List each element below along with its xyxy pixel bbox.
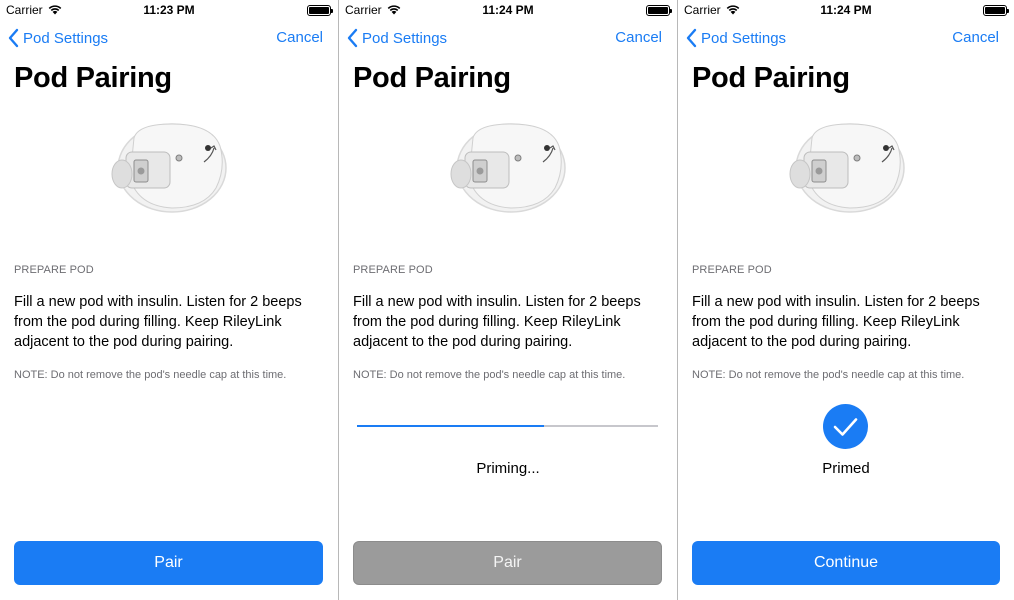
navigation-bar: Pod Settings Cancel — [0, 24, 338, 54]
cancel-button[interactable]: Cancel — [952, 29, 999, 46]
clock: 11:24 PM — [820, 3, 872, 17]
note-text: NOTE: Do not remove the pod's needle cap… — [353, 369, 626, 381]
back-button-label: Pod Settings — [23, 29, 109, 47]
page-title: Pod Pairing — [14, 62, 172, 94]
instructions-text: Fill a new pod with insulin. Listen for … — [353, 294, 641, 350]
navigation-bar: Pod Settings Cancel — [678, 24, 1014, 54]
chevron-left-icon — [8, 28, 19, 48]
battery-icon — [646, 5, 672, 16]
section-header: PREPARE POD — [353, 264, 433, 276]
back-button[interactable]: Pod Settings — [7, 28, 108, 48]
note-text: NOTE: Do not remove the pod's needle cap… — [692, 369, 965, 381]
screen-pod-pairing-initial: Carrier 11:23 PM Pod Settings Cancel Pod… — [0, 0, 338, 600]
pod-image — [111, 123, 227, 213]
chevron-left-icon — [347, 28, 358, 48]
battery-icon — [307, 5, 333, 16]
battery-icon — [983, 5, 1009, 16]
instructions-text: Fill a new pod with insulin. Listen for … — [692, 294, 980, 350]
screen-pod-pairing-priming: Carrier 11:24 PM Pod Settings Cancel Pod… — [339, 0, 677, 600]
cancel-button[interactable]: Cancel — [276, 29, 323, 46]
back-button-label: Pod Settings — [362, 29, 448, 47]
instructions-text: Fill a new pod with insulin. Listen for … — [14, 294, 302, 350]
screen-pod-pairing-primed: Carrier 11:24 PM Pod Settings Cancel Pod… — [678, 0, 1014, 600]
status-bar: Carrier 11:24 PM — [678, 0, 1014, 20]
page-title: Pod Pairing — [353, 62, 511, 94]
back-button-label: Pod Settings — [701, 29, 787, 47]
pod-image — [450, 123, 566, 213]
pod-image — [789, 123, 905, 213]
back-button[interactable]: Pod Settings — [685, 28, 786, 48]
status-bar: Carrier 11:23 PM — [0, 0, 338, 20]
navigation-bar: Pod Settings Cancel — [339, 24, 677, 54]
section-header: PREPARE POD — [692, 264, 772, 276]
cancel-button[interactable]: Cancel — [615, 29, 662, 46]
priming-progress-bar — [357, 425, 658, 427]
pair-button[interactable]: Pair — [353, 541, 662, 585]
back-button[interactable]: Pod Settings — [346, 28, 447, 48]
note-text: NOTE: Do not remove the pod's needle cap… — [14, 369, 287, 381]
priming-status-text: Priming... — [476, 460, 540, 477]
section-header: PREPARE POD — [14, 264, 94, 276]
pair-button[interactable]: Pair — [14, 541, 323, 585]
status-bar: Carrier 11:24 PM — [339, 0, 677, 20]
clock: 11:24 PM — [482, 3, 534, 17]
clock: 11:23 PM — [143, 3, 195, 17]
primed-status-label: Primed — [822, 460, 870, 477]
page-title: Pod Pairing — [692, 62, 850, 94]
checkmark-circle-icon — [823, 404, 868, 449]
priming-progress-fill — [357, 425, 544, 427]
chevron-left-icon — [686, 28, 697, 48]
continue-button[interactable]: Continue — [692, 541, 1000, 585]
